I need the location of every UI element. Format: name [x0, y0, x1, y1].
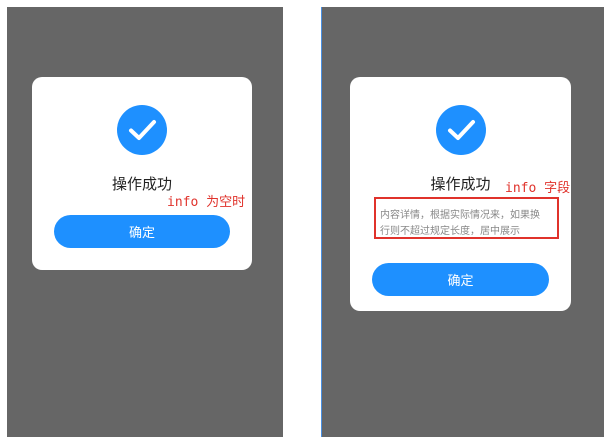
info-highlight-box	[374, 197, 559, 239]
annotation-info-empty: info 为空时	[167, 195, 246, 210]
annotation-info-field: info 字段	[505, 181, 571, 196]
confirm-button[interactable]: 确定	[54, 215, 230, 248]
success-dialog-no-info: 操作成功 确定	[32, 77, 252, 270]
confirm-button[interactable]: 确定	[372, 263, 549, 296]
check-circle-icon	[435, 105, 486, 155]
check-circle-icon	[117, 105, 167, 155]
phone-screen-left: 操作成功 确定	[7, 7, 283, 437]
